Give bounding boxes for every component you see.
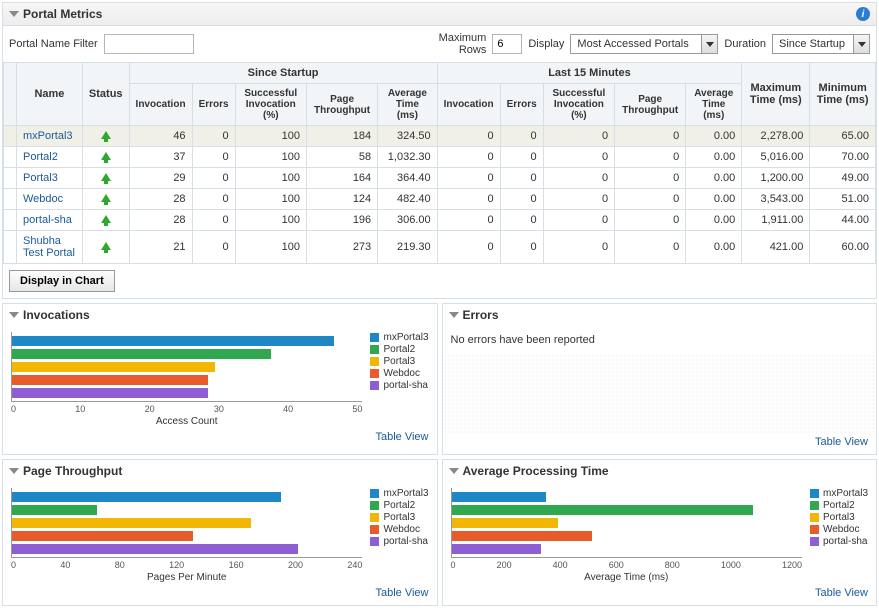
legend-item: Webdoc (810, 524, 868, 535)
legend-item: Webdoc (370, 368, 428, 379)
collapse-icon[interactable] (9, 468, 19, 474)
max-rows-input[interactable] (492, 34, 522, 54)
status-up-icon (82, 147, 129, 168)
collapse-icon[interactable] (449, 468, 459, 474)
collapse-icon[interactable] (9, 312, 19, 318)
bar (12, 518, 251, 528)
axis-label: Average Time (ms) (451, 572, 802, 583)
panel-title: Portal Metrics (23, 7, 102, 21)
status-up-icon (82, 189, 129, 210)
colgroup-last15: Last 15 Minutes (437, 63, 742, 84)
table-row[interactable]: Shubha Test Portal210100273219.3000000.0… (4, 231, 876, 264)
legend-item: Portal2 (370, 500, 428, 511)
duration-label: Duration (724, 38, 766, 50)
display-in-chart-button[interactable]: Display in Chart (9, 270, 115, 292)
col-min[interactable]: Minimum Time (ms) (810, 63, 876, 126)
col-max[interactable]: Maximum Time (ms) (742, 63, 810, 126)
page-throughput-panel: Page Throughput 04080120160200240Pages P… (2, 459, 438, 606)
table-row[interactable]: Portal3290100164364.4000000.001,200.0049… (4, 168, 876, 189)
portal-metrics-panel: Portal Metrics i Portal Name Filter Maxi… (2, 2, 877, 299)
portal-name-link[interactable]: Shubha Test Portal (17, 231, 83, 264)
legend-item: mxPortal3 (370, 332, 428, 343)
status-up-icon (82, 168, 129, 189)
portal-name-link[interactable]: Portal2 (17, 147, 83, 168)
bar (12, 505, 97, 515)
table-view-link[interactable]: Table View (376, 431, 429, 443)
bar (12, 492, 281, 502)
bar (12, 531, 193, 541)
chart-title: Invocations (23, 308, 90, 322)
filter-row: Portal Name Filter Maximum Rows Display … (3, 26, 876, 62)
table-row[interactable]: portal-sha280100196306.0000000.001,911.0… (4, 210, 876, 231)
max-rows-label: Maximum Rows (439, 32, 487, 56)
collapse-icon[interactable] (449, 312, 459, 318)
legend-item: portal-sha (810, 536, 868, 547)
bar (12, 388, 208, 398)
table-view-link[interactable]: Table View (815, 587, 868, 599)
legend-item: mxPortal3 (810, 488, 868, 499)
metrics-table: Name Status Since Startup Last 15 Minute… (3, 62, 876, 264)
legend-item: Webdoc (370, 524, 428, 535)
legend-item: Portal2 (810, 500, 868, 511)
portal-name-link[interactable]: Portal3 (17, 168, 83, 189)
bar (12, 349, 271, 359)
legend-item: portal-sha (370, 380, 428, 391)
avg-processing-panel: Average Processing Time 0200400600800100… (442, 459, 878, 606)
bar (12, 544, 298, 554)
table-view-link[interactable]: Table View (815, 436, 868, 448)
bar (452, 531, 593, 541)
panel-header: Portal Metrics i (3, 3, 876, 26)
chart-title: Average Processing Time (463, 464, 609, 478)
no-errors-msg: No errors have been reported (443, 326, 877, 354)
bar (452, 505, 754, 515)
axis-label: Pages Per Minute (11, 572, 362, 583)
legend-item: Portal3 (810, 512, 868, 523)
status-up-icon (82, 210, 129, 231)
display-select[interactable]: Most Accessed Portals (570, 34, 718, 54)
legend-item: Portal3 (370, 356, 428, 367)
col-status[interactable]: Status (82, 63, 129, 126)
display-label: Display (528, 38, 564, 50)
colgroup-since: Since Startup (129, 63, 437, 84)
bar (452, 492, 547, 502)
portal-name-link[interactable]: Webdoc (17, 189, 83, 210)
legend-item: Portal3 (370, 512, 428, 523)
info-icon[interactable]: i (856, 7, 870, 21)
bar (12, 336, 334, 346)
name-filter-input[interactable] (104, 34, 194, 54)
portal-name-link[interactable]: portal-sha (17, 210, 83, 231)
errors-panel: Errors No errors have been reported Tabl… (442, 303, 878, 455)
chart-title: Page Throughput (23, 464, 122, 478)
table-row[interactable]: Webdoc280100124482.4000000.003,543.0051.… (4, 189, 876, 210)
legend-item: mxPortal3 (370, 488, 428, 499)
name-filter-label: Portal Name Filter (9, 38, 98, 50)
axis-label: Access Count (11, 416, 362, 427)
chevron-down-icon[interactable] (701, 35, 717, 53)
col-name[interactable]: Name (17, 63, 83, 126)
invocations-panel: Invocations 01020304050Access Count mxPo… (2, 303, 438, 455)
chevron-down-icon[interactable] (853, 35, 869, 53)
table-row[interactable]: mxPortal3460100184324.5000000.002,278.00… (4, 126, 876, 147)
status-up-icon (82, 231, 129, 264)
portal-name-link[interactable]: mxPortal3 (17, 126, 83, 147)
errors-title: Errors (463, 308, 499, 322)
bar (12, 362, 215, 372)
table-row[interactable]: Portal2370100581,032.3000000.005,016.007… (4, 147, 876, 168)
duration-select[interactable]: Since Startup (772, 34, 870, 54)
bar (452, 518, 558, 528)
bar (12, 375, 208, 385)
bar (452, 544, 541, 554)
legend-item: Portal2 (370, 344, 428, 355)
legend-item: portal-sha (370, 536, 428, 547)
table-view-link[interactable]: Table View (376, 587, 429, 599)
collapse-icon[interactable] (9, 11, 19, 17)
status-up-icon (82, 126, 129, 147)
